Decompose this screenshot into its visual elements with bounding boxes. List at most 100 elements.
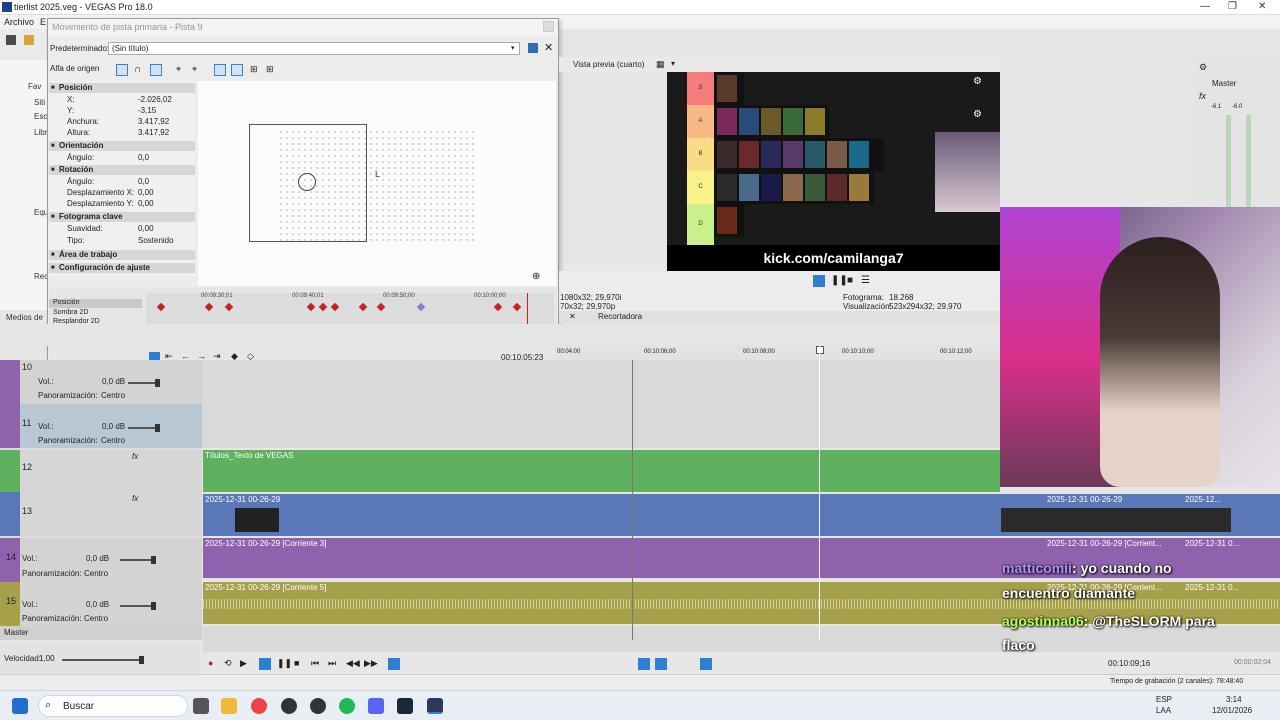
section-workarea[interactable]: Área de trabajo bbox=[49, 250, 195, 260]
prop-angle-value[interactable]: 0,0 bbox=[138, 177, 149, 186]
keyframe-marker[interactable] bbox=[512, 302, 522, 312]
prevent-movement-x-icon[interactable]: ⊞ bbox=[250, 64, 258, 75]
prop-orientation-angle[interactable]: Ángulo: 0,0 bbox=[67, 153, 195, 163]
video-preview[interactable]: S A B C D ⚙ ⚙ kick.com/camilanga7 bbox=[667, 72, 1000, 271]
open-folder-icon[interactable] bbox=[24, 35, 34, 45]
prop-type[interactable]: Tipo: Sostenido bbox=[67, 236, 195, 246]
prop-height-value[interactable]: 3.417,92 bbox=[138, 128, 169, 137]
fx-icon[interactable]: fx bbox=[1199, 91, 1206, 101]
discord-icon[interactable] bbox=[368, 698, 384, 714]
stop-icon[interactable]: ■ bbox=[847, 275, 859, 287]
track-header[interactable]: 15 Vol.: 0,0 dB Panoramización: Centro bbox=[0, 582, 202, 626]
new-project-icon[interactable] bbox=[6, 35, 16, 45]
prop-angle-value[interactable]: 0,0 bbox=[138, 153, 149, 162]
file-explorer-icon[interactable] bbox=[221, 698, 237, 714]
prop-type-value[interactable]: Sostenido bbox=[138, 236, 174, 245]
tab-trimmer[interactable]: Recortadora bbox=[598, 312, 642, 321]
play-icon[interactable] bbox=[259, 658, 271, 670]
kf-track-shadow[interactable]: Sombra 2D bbox=[53, 309, 88, 316]
section-rotation[interactable]: Rotación bbox=[49, 165, 195, 175]
play-from-start-icon[interactable]: ▶ bbox=[240, 658, 252, 670]
app-icon[interactable] bbox=[281, 698, 297, 714]
volume-slider[interactable] bbox=[128, 379, 160, 387]
keyframe-marker[interactable] bbox=[306, 302, 316, 312]
volume-slider[interactable] bbox=[120, 602, 156, 610]
explorer-item[interactable]: Siti bbox=[34, 98, 45, 107]
pause-icon[interactable]: ❚❚ bbox=[277, 658, 292, 670]
start-icon[interactable] bbox=[12, 698, 28, 714]
track-header[interactable]: 14 Vol.: 0,0 dB Panoramización: Centro bbox=[0, 538, 202, 582]
menu-edicion[interactable]: E bbox=[40, 17, 46, 27]
keyframe-marker[interactable] bbox=[330, 302, 340, 312]
scale-about-center-icon[interactable] bbox=[231, 64, 243, 76]
keyframe-marker[interactable] bbox=[376, 302, 386, 312]
lock-aspect-icon[interactable] bbox=[214, 64, 226, 76]
chevron-down-icon[interactable]: ▾ bbox=[511, 44, 515, 52]
close-icon[interactable]: ✕ bbox=[1258, 1, 1266, 12]
section-settings[interactable]: Configuración de ajuste bbox=[49, 263, 195, 273]
explorer-item[interactable]: Esc bbox=[34, 112, 47, 121]
keyframe-marker[interactable] bbox=[224, 302, 234, 312]
explorer-item[interactable]: Fav bbox=[28, 82, 41, 91]
frame-center-handle[interactable] bbox=[298, 173, 316, 191]
magnet-icon[interactable]: ∩ bbox=[134, 64, 141, 75]
go-to-start-icon[interactable]: ⏮ bbox=[311, 658, 323, 670]
speed-slider[interactable] bbox=[62, 656, 144, 664]
language-indicator-region[interactable]: LAA bbox=[1156, 706, 1171, 715]
track-header[interactable]: 10 Vol.: 0,0 dB Panoramización: Centro bbox=[0, 360, 202, 404]
zoom-icon[interactable]: ⊕ bbox=[532, 271, 540, 282]
edit-mode-icon[interactable] bbox=[116, 64, 128, 76]
stop-icon[interactable]: ■ bbox=[294, 658, 306, 670]
preview-quality-dropdown[interactable]: Vista previa (cuarto) bbox=[573, 60, 644, 69]
record-icon[interactable]: ● bbox=[208, 658, 220, 670]
steam-icon[interactable] bbox=[397, 698, 413, 714]
fx-icon[interactable]: fx bbox=[132, 494, 138, 503]
keyframe-marker[interactable] bbox=[318, 302, 328, 312]
play-icon[interactable] bbox=[813, 275, 825, 287]
task-view-icon[interactable] bbox=[193, 698, 209, 714]
prev-frame-icon[interactable]: ◀◀ bbox=[346, 658, 360, 670]
prop-x[interactable]: X: -2.026,02 bbox=[67, 95, 195, 105]
titles-clip[interactable]: Títulos_Texto de VEGAS bbox=[203, 450, 1000, 492]
prop-x-value[interactable]: -2.026,02 bbox=[138, 95, 172, 104]
prop-rotation-angle[interactable]: Ángulo: 0,0 bbox=[67, 177, 195, 187]
minimize-icon[interactable]: — bbox=[1200, 1, 1210, 12]
preset-select[interactable]: (Sin título) bbox=[108, 42, 520, 55]
settings-gear-icon[interactable]: ⚙ bbox=[973, 109, 982, 120]
chrome-icon[interactable] bbox=[251, 698, 267, 714]
lock-envelopes-icon[interactable] bbox=[700, 658, 712, 670]
prop-offset-y-value[interactable]: 0,00 bbox=[138, 199, 154, 208]
spotify-icon[interactable] bbox=[339, 698, 355, 714]
normal-edit-tool-icon[interactable] bbox=[388, 658, 400, 670]
prop-smoothness[interactable]: Suavidad: 0,00 bbox=[67, 224, 195, 234]
gear-icon[interactable]: ⚙ bbox=[1199, 62, 1207, 73]
clock-date[interactable]: 12/01/2026 bbox=[1212, 706, 1252, 715]
empty-track-lanes[interactable] bbox=[202, 360, 1000, 448]
track-header-selected[interactable]: 11 Vol.: 0,0 dB Panoramización: Centro bbox=[0, 404, 202, 448]
enable-y-icon[interactable]: ⌖ bbox=[192, 64, 197, 75]
playhead-line[interactable] bbox=[819, 346, 820, 640]
master-track-header[interactable]: Master bbox=[0, 626, 202, 640]
snapping-icon[interactable] bbox=[638, 658, 650, 670]
prop-offset-x[interactable]: Desplazamiento X: 0,00 bbox=[67, 188, 195, 198]
track-header[interactable]: 13 fx bbox=[0, 492, 202, 536]
pause-icon[interactable]: ❚❚ bbox=[831, 275, 848, 287]
app-icon[interactable] bbox=[310, 698, 326, 714]
keyframe-marker[interactable] bbox=[204, 302, 214, 312]
prop-smoothness-value[interactable]: 0,00 bbox=[138, 224, 154, 233]
section-keyframe[interactable]: Fotograma clave bbox=[49, 212, 195, 222]
menu-archivo[interactable]: Archivo bbox=[4, 17, 34, 27]
keyframe-marker[interactable] bbox=[358, 302, 368, 312]
prevent-movement-y-icon[interactable]: ⊞ bbox=[266, 64, 274, 75]
maximize-icon[interactable]: ❐ bbox=[1228, 1, 1237, 12]
chevron-down-icon[interactable]: ▾ bbox=[671, 59, 675, 68]
auto-ripple-icon[interactable] bbox=[655, 658, 667, 670]
close-icon[interactable]: ✕ bbox=[569, 312, 576, 321]
source-alpha-dropdown[interactable]: Alfa de origen bbox=[50, 64, 99, 73]
menu-icon[interactable]: ☰ bbox=[861, 275, 873, 287]
loop-icon[interactable]: ⟲ bbox=[224, 658, 236, 670]
prop-offset-y[interactable]: Desplazamiento Y: 0,00 bbox=[67, 199, 195, 209]
volume-slider[interactable] bbox=[120, 556, 156, 564]
go-to-end-icon[interactable]: ⏭ bbox=[328, 658, 340, 670]
keyframe-marker[interactable] bbox=[493, 302, 503, 312]
